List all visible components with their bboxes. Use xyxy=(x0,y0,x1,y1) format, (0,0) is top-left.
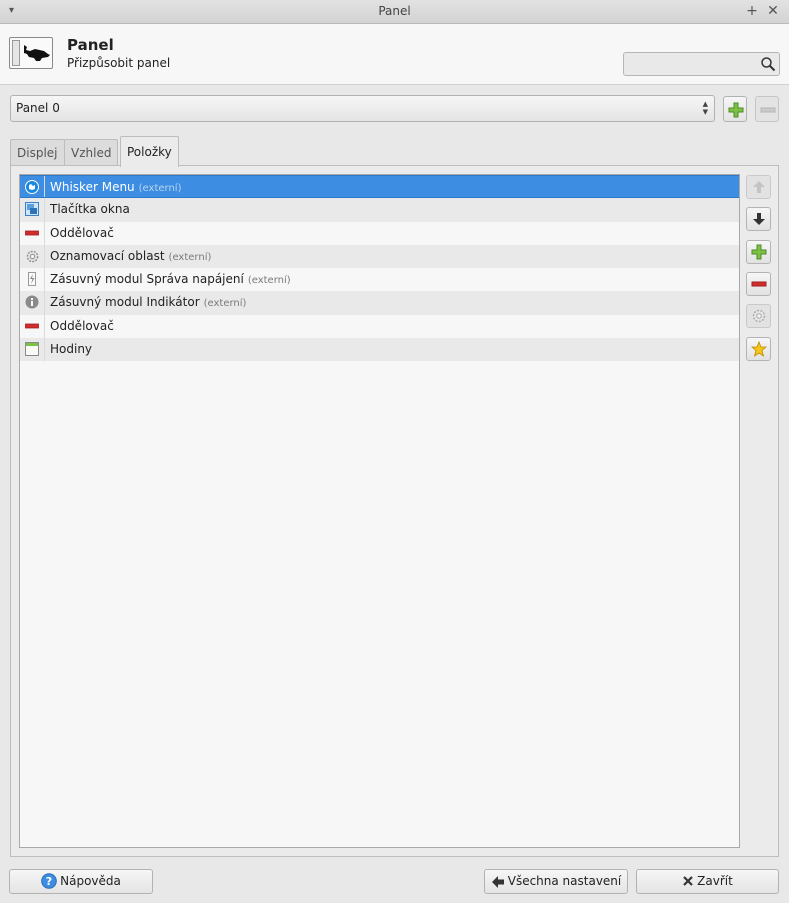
minus-icon xyxy=(760,107,776,113)
plus-icon xyxy=(751,244,767,260)
item-label: Oddělovač xyxy=(50,225,114,240)
search-input[interactable] xyxy=(628,55,754,73)
list-item[interactable]: Oddělovač xyxy=(20,221,739,245)
panel-selector[interactable]: Panel 0 ▲ ▼ xyxy=(10,95,715,122)
move-up-button[interactable] xyxy=(746,175,771,199)
svg-text:?: ? xyxy=(46,875,52,888)
arrow-left-icon xyxy=(491,876,504,888)
all-settings-button[interactable]: Všechna nastavení xyxy=(484,869,628,894)
app-title: Panel xyxy=(67,36,114,54)
separator-icon xyxy=(25,323,39,329)
search-field[interactable] xyxy=(623,52,780,76)
item-label: Whisker Menu xyxy=(50,180,135,194)
arrow-up-icon xyxy=(753,181,765,193)
add-panel-button[interactable] xyxy=(723,96,747,122)
item-label: Tlačítka okna xyxy=(50,202,130,217)
move-down-button[interactable] xyxy=(746,207,771,231)
item-label: Oddělovač xyxy=(50,318,114,333)
arrow-down-icon xyxy=(753,213,765,225)
tab-items[interactable]: Položky xyxy=(120,136,179,167)
item-properties-button[interactable] xyxy=(746,304,771,328)
whisker-menu-icon xyxy=(25,180,39,194)
indicator-icon xyxy=(25,295,39,309)
gear-icon xyxy=(752,309,766,323)
panel-selector-value: Panel 0 xyxy=(16,101,60,115)
panel-app-icon xyxy=(9,37,53,69)
window-titlebar: ▾ Panel + ✕ xyxy=(0,0,789,24)
all-settings-button-label: Všechna nastavení xyxy=(507,874,622,888)
close-icon xyxy=(683,876,693,886)
close-window-icon[interactable]: ✕ xyxy=(765,3,781,19)
tab-appearance[interactable]: Vzhled xyxy=(64,139,119,166)
help-icon: ? xyxy=(41,873,57,889)
close-button-label: Zavřít xyxy=(697,874,733,888)
search-icon xyxy=(761,57,776,72)
item-external-tag: (externí) xyxy=(138,183,182,194)
gear-icon xyxy=(26,250,39,263)
item-external-tag: (externí) xyxy=(203,298,247,310)
help-button[interactable]: ? Nápověda xyxy=(9,869,153,894)
remove-panel-button[interactable] xyxy=(755,96,779,122)
item-label: Zásuvný modul Indikátor xyxy=(50,295,200,310)
spinner-arrows-icon: ▲ ▼ xyxy=(702,100,708,116)
list-item[interactable]: Oddělovač xyxy=(20,314,739,339)
remove-item-button[interactable] xyxy=(746,272,771,296)
items-tab-page: Whisker Menu (externí) Tlačítka okna Oddě… xyxy=(10,165,779,857)
clock-icon xyxy=(25,342,39,357)
items-list[interactable]: Whisker Menu (externí) Tlačítka okna Oddě… xyxy=(19,174,740,848)
star-icon xyxy=(751,341,767,357)
list-item[interactable]: Zásuvný modul Indikátor (externí) xyxy=(20,291,739,315)
list-item[interactable]: Zásuvný modul Správa napájení (externí) xyxy=(20,268,739,292)
add-item-button[interactable] xyxy=(746,240,771,264)
item-label: Hodiny xyxy=(50,342,93,357)
minus-icon xyxy=(751,281,767,287)
list-item[interactable]: Hodiny xyxy=(20,338,739,362)
list-item[interactable]: Oznamovací oblast (externí) xyxy=(20,244,739,269)
dialog-header: Panel Přizpůsobit panel xyxy=(0,24,789,85)
item-external-tag: (externí) xyxy=(168,251,212,263)
app-subtitle: Přizpůsobit panel xyxy=(67,56,171,70)
window-title: Panel xyxy=(378,4,411,18)
separator-icon xyxy=(25,230,39,235)
item-label: Oznamovací oblast xyxy=(50,248,165,263)
item-about-button[interactable] xyxy=(746,337,771,361)
maximize-icon[interactable]: + xyxy=(744,3,760,19)
tab-display[interactable]: Displej xyxy=(10,139,65,166)
close-button[interactable]: Zavřít xyxy=(636,869,779,894)
plus-icon xyxy=(728,102,744,118)
window-buttons-icon xyxy=(25,202,39,217)
power-manager-icon xyxy=(28,272,36,287)
item-label: Zásuvný modul Správa napájení xyxy=(50,272,244,287)
list-item[interactable]: Whisker Menu (externí) xyxy=(20,175,739,199)
list-item[interactable]: Tlačítka okna xyxy=(20,198,739,222)
help-button-label: Nápověda xyxy=(60,874,121,888)
item-external-tag: (externí) xyxy=(247,275,291,287)
